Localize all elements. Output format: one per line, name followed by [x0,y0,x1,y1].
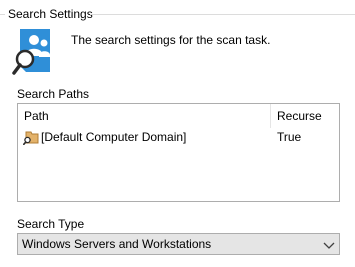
recurse-cell: True [277,130,302,144]
path-cell: [Default Computer Domain] [41,130,187,144]
section-divider [90,14,355,15]
section-description: The search settings for the scan task. [71,33,271,47]
column-header-recurse[interactable]: Recurse [277,109,322,123]
table-row[interactable]: [Default Computer Domain] True [18,128,339,146]
search-type-label: Search Type [17,217,85,231]
column-divider[interactable] [270,104,271,128]
search-paths-list[interactable]: Path Recurse [Default Computer Domain] T… [17,103,340,202]
section-title: Search Settings [8,7,93,21]
search-paths-label: Search Paths [17,87,90,101]
chevron-down-icon[interactable] [323,239,335,249]
column-header-path[interactable]: Path [24,109,49,123]
domain-folder-icon [23,130,39,146]
search-type-dropdown[interactable]: Windows Servers and Workstations [17,233,340,255]
search-settings-icon [12,28,52,78]
section-divider-left [0,14,5,15]
search-type-value: Windows Servers and Workstations [22,237,212,251]
